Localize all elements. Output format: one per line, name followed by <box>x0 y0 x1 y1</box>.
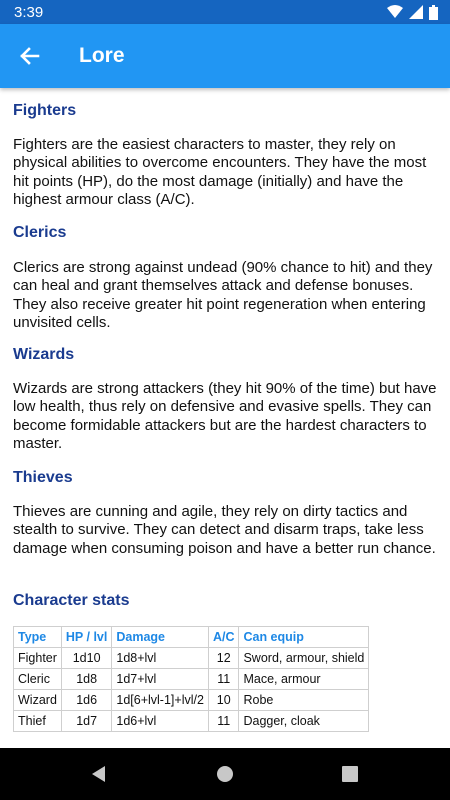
app-bar: Lore <box>0 24 450 88</box>
table-cell: 12 <box>207 647 240 669</box>
table-cell: 11 <box>207 668 240 690</box>
table-cell: Sword, armour, shield <box>238 647 370 669</box>
table-cell: Thief <box>13 710 62 732</box>
battery-icon <box>429 4 438 20</box>
section-text-thieves: Thieves are cunning and agile, they rely… <box>13 503 436 557</box>
section-text-fighters: Fighters are the easiest characters to m… <box>13 136 427 208</box>
table-cell: 1d8+lvl <box>111 647 209 669</box>
section-title-thieves: Thieves <box>13 469 73 486</box>
status-icons <box>387 4 438 20</box>
table-cell: 1d8 <box>60 668 113 690</box>
table-cell: 1d[6+lvl-1]+lvl/2 <box>111 689 209 711</box>
table-header-row: Type HP / lvl Damage A/C Can equip <box>13 626 370 648</box>
character-stats-table: Type HP / lvl Damage A/C Can equip Fight… <box>13 626 370 732</box>
wifi-icon <box>387 5 403 18</box>
status-bar: 3:39 <box>0 0 450 24</box>
section-text-clerics: Clerics are strong against undead (90% c… <box>13 259 433 331</box>
navigation-bar <box>0 748 450 800</box>
section-title-fighters: Fighters <box>13 102 77 119</box>
nav-back-button[interactable] <box>89 764 109 784</box>
table-row: Cleric 1d8 1d7+lvl 11 Mace, armour <box>13 668 370 690</box>
table-row: Wizard 1d6 1d[6+lvl-1]+lvl/2 10 Robe <box>13 689 370 711</box>
status-time: 3:39 <box>14 4 44 21</box>
arrow-back-icon <box>20 47 40 65</box>
section-title-character-stats: Character stats <box>13 592 130 609</box>
section-title-wizards: Wizards <box>13 346 75 363</box>
table-cell: 1d7 <box>60 710 113 732</box>
table-header-cell: Damage <box>111 626 209 648</box>
table-header-cell: Type <box>13 626 62 648</box>
nav-home-button[interactable] <box>215 764 235 784</box>
table-cell: 1d6 <box>60 689 113 711</box>
table-cell: 1d7+lvl <box>111 668 209 690</box>
lore-content[interactable]: Fighters Fighters are the easiest charac… <box>0 88 450 748</box>
back-button[interactable] <box>14 42 46 70</box>
table-row: Fighter 1d10 1d8+lvl 12 Sword, armour, s… <box>13 647 370 669</box>
table-cell: Wizard <box>13 689 62 711</box>
table-cell: Mace, armour <box>238 668 370 690</box>
section-text-wizards: Wizards are strong attackers (they hit 9… <box>13 380 437 452</box>
table-cell: Robe <box>238 689 370 711</box>
nav-recents-icon <box>342 766 358 782</box>
signal-icon <box>409 5 423 19</box>
table-cell: 1d10 <box>60 647 113 669</box>
nav-recents-button[interactable] <box>340 764 360 784</box>
table-row: Thief 1d7 1d6+lvl 11 Dagger, cloak <box>13 710 370 732</box>
nav-home-icon <box>217 766 233 782</box>
table-header-cell: A/C <box>207 626 240 648</box>
table-cell: 11 <box>207 710 240 732</box>
nav-back-icon <box>92 766 105 782</box>
table-header-cell: Can equip <box>238 626 370 648</box>
table-cell: 10 <box>207 689 240 711</box>
table-cell: Fighter <box>13 647 62 669</box>
table-cell: 1d6+lvl <box>111 710 209 732</box>
table-header-cell: HP / lvl <box>60 626 113 648</box>
table-cell: Dagger, cloak <box>238 710 370 732</box>
section-title-clerics: Clerics <box>13 224 67 241</box>
table-cell: Cleric <box>13 668 62 690</box>
page-title: Lore <box>79 44 125 67</box>
